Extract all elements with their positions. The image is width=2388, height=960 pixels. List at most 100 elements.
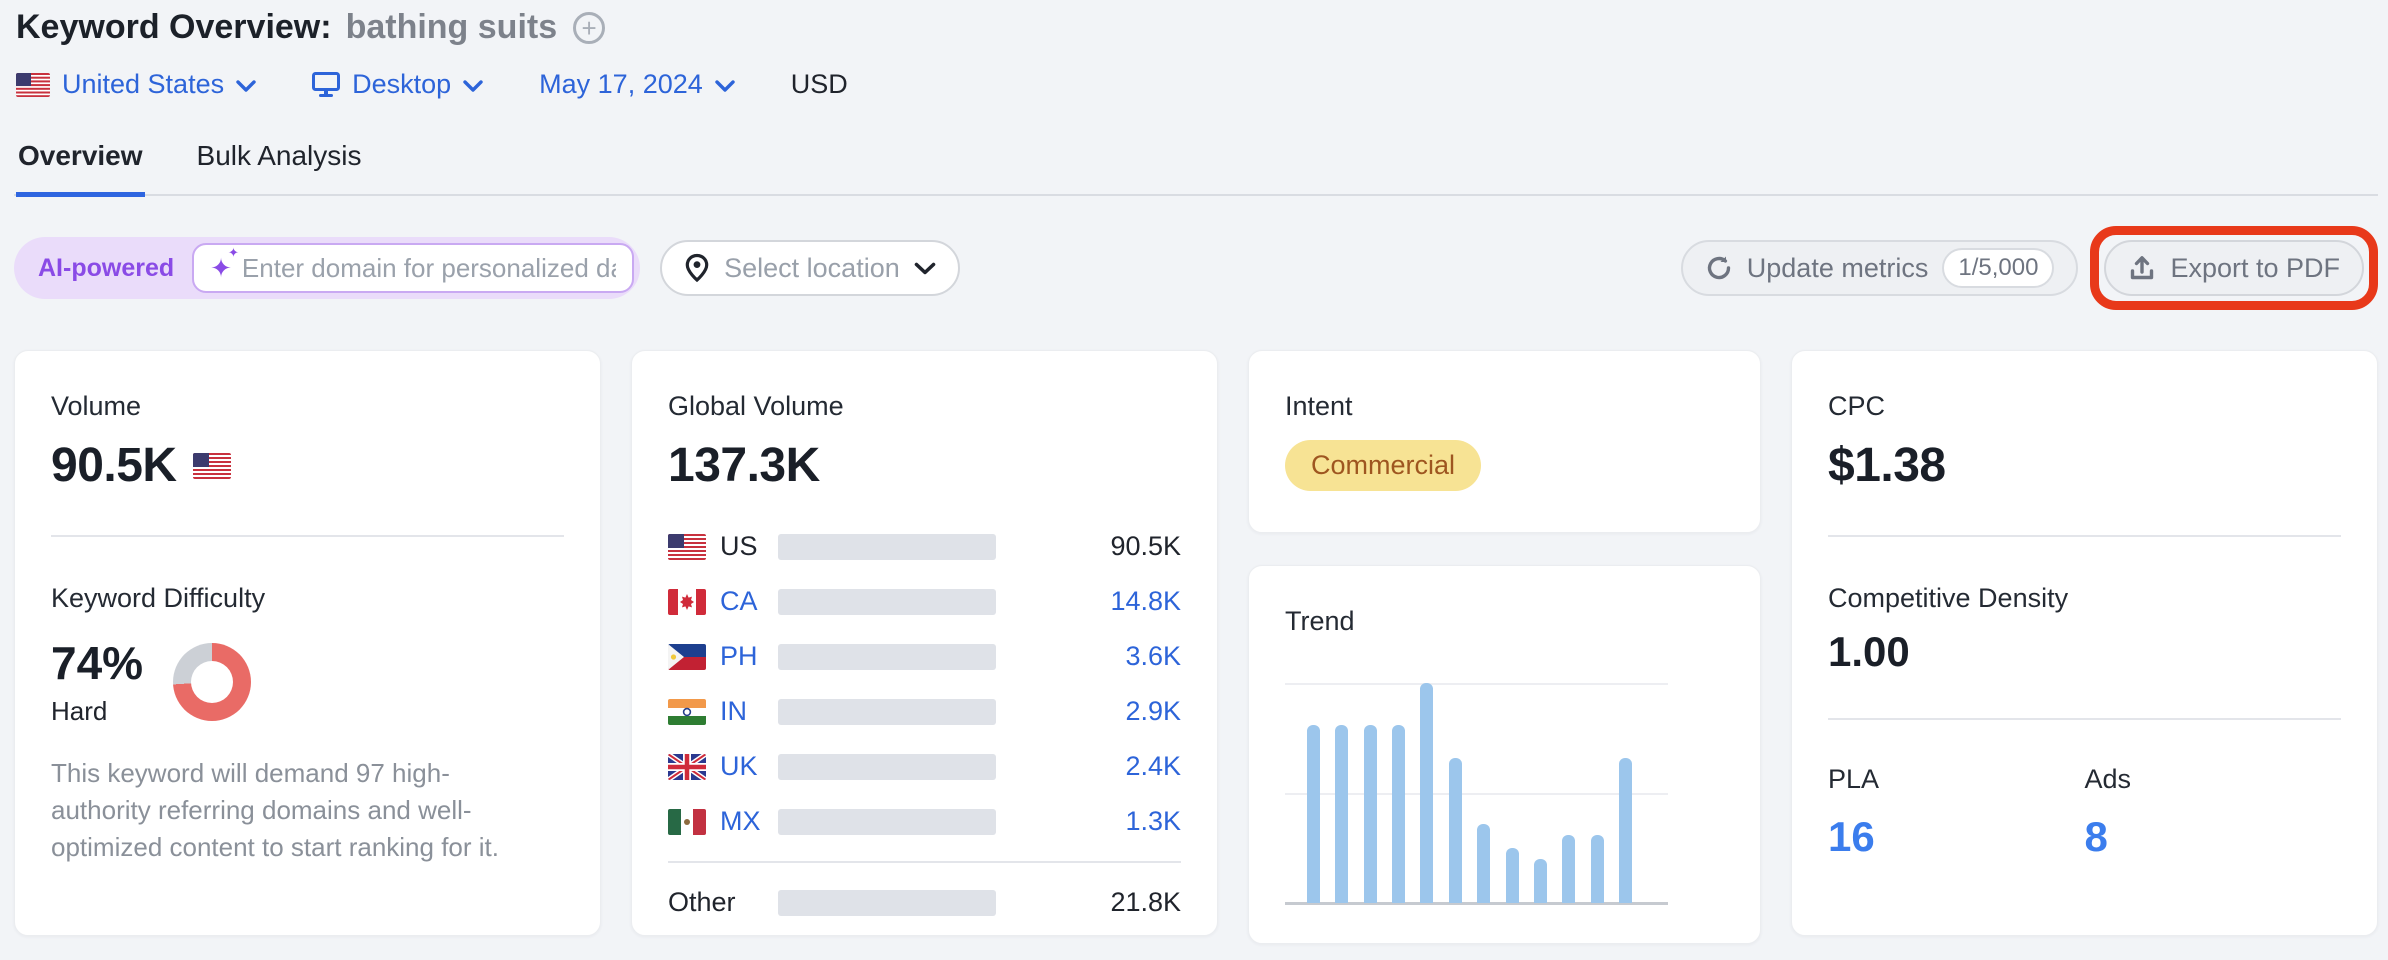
country-code[interactable]: CA bbox=[720, 586, 778, 617]
intent-commercial-badge: Commercial bbox=[1285, 440, 1481, 491]
domain-input-wrap: ✦✦ bbox=[192, 243, 634, 293]
us-flag-icon bbox=[16, 73, 50, 97]
location-pin-icon bbox=[684, 253, 710, 283]
country-code[interactable]: PH bbox=[720, 641, 778, 672]
ph-flag-icon bbox=[668, 644, 706, 670]
trend-card: Trend bbox=[1248, 565, 1761, 944]
update-metrics-button[interactable]: Update metrics 1/5,000 bbox=[1681, 240, 2079, 296]
kd-percent-block: 74% Hard bbox=[51, 636, 143, 727]
volume-value: 90.5K bbox=[51, 438, 177, 493]
ca-flag-icon bbox=[668, 589, 706, 615]
chevron-down-icon bbox=[463, 80, 483, 92]
global-volume-value: 137.3K bbox=[668, 438, 1181, 493]
volume-bar bbox=[778, 534, 996, 560]
tab-bulk-analysis[interactable]: Bulk Analysis bbox=[195, 140, 364, 194]
trend-bar bbox=[1506, 848, 1519, 903]
card-divider bbox=[51, 535, 564, 537]
pla-value[interactable]: 16 bbox=[1828, 813, 2085, 861]
country-filter[interactable]: United States bbox=[16, 69, 256, 100]
in-flag-icon bbox=[668, 699, 706, 725]
other-label: Other bbox=[668, 887, 778, 918]
select-location-label: Select location bbox=[724, 253, 900, 284]
competitive-density-label: Competitive Density bbox=[1828, 583, 2341, 614]
trend-label: Trend bbox=[1285, 606, 1724, 637]
trend-bar bbox=[1449, 758, 1462, 903]
kd-description: This keyword will demand 97 high-authori… bbox=[51, 755, 521, 866]
card-divider bbox=[1828, 535, 2341, 537]
pla-ads-row: PLA 16 Ads 8 bbox=[1828, 764, 2341, 861]
trend-bar bbox=[1477, 824, 1490, 903]
country-volume-value[interactable]: 2.4K bbox=[996, 751, 1181, 782]
country-code[interactable]: UK bbox=[720, 751, 778, 782]
page-title: Keyword Overview: bbox=[16, 8, 332, 47]
volume-value-row: 90.5K bbox=[51, 438, 564, 493]
trend-bar bbox=[1307, 725, 1320, 903]
ai-powered-group: AI-powered ✦✦ bbox=[14, 237, 640, 299]
country-volume-value: 90.5K bbox=[996, 531, 1181, 562]
page-keyword: bathing suits bbox=[346, 8, 558, 47]
ads-value[interactable]: 8 bbox=[2085, 813, 2342, 861]
device-filter[interactable]: Desktop bbox=[312, 69, 483, 100]
trend-bar bbox=[1591, 835, 1604, 903]
ads-block: Ads 8 bbox=[2085, 764, 2342, 861]
country-code: US bbox=[720, 531, 778, 562]
country-filter-label: United States bbox=[62, 69, 224, 100]
list-divider bbox=[668, 861, 1181, 863]
cpc-label: CPC bbox=[1828, 391, 2341, 422]
intent-label: Intent bbox=[1285, 391, 1724, 422]
cpc-value: $1.38 bbox=[1828, 438, 2341, 493]
us-flag-icon bbox=[668, 534, 706, 560]
table-row: PH 3.6K bbox=[668, 629, 1181, 684]
pla-label: PLA bbox=[1828, 764, 2085, 795]
other-volume-value: 21.8K bbox=[996, 887, 1181, 918]
global-volume-label: Global Volume bbox=[668, 391, 1181, 422]
kd-level-label: Hard bbox=[51, 696, 143, 727]
date-filter[interactable]: May 17, 2024 bbox=[539, 69, 735, 100]
update-quota-badge: 1/5,000 bbox=[1942, 248, 2054, 288]
table-row: US 90.5K bbox=[668, 519, 1181, 574]
trend-bars bbox=[1307, 683, 1632, 903]
keyword-difficulty-row: 74% Hard bbox=[51, 636, 564, 727]
select-location-dropdown[interactable]: Select location bbox=[660, 240, 960, 296]
country-volume-value[interactable]: 14.8K bbox=[996, 586, 1181, 617]
cpc-card: CPC $1.38 Competitive Density 1.00 PLA 1… bbox=[1791, 350, 2378, 936]
country-volume-value[interactable]: 1.3K bbox=[996, 806, 1181, 837]
country-volume-value[interactable]: 2.9K bbox=[996, 696, 1181, 727]
trend-bar bbox=[1619, 758, 1632, 903]
add-keyword-icon[interactable]: + bbox=[573, 12, 605, 44]
toolbar: AI-powered ✦✦ Select location Update met… bbox=[14, 226, 2378, 310]
device-filter-label: Desktop bbox=[352, 69, 451, 100]
export-upload-icon bbox=[2128, 254, 2156, 282]
update-metrics-label: Update metrics bbox=[1747, 253, 1929, 284]
country-volume-list: US 90.5K CA 14.8K PH bbox=[668, 519, 1181, 930]
chevron-down-icon bbox=[715, 80, 735, 92]
intent-card: Intent Commercial bbox=[1248, 350, 1761, 533]
country-code[interactable]: MX bbox=[720, 806, 778, 837]
ads-label: Ads bbox=[2085, 764, 2342, 795]
card-divider bbox=[1828, 718, 2341, 720]
export-highlight-annotation: Export to PDF bbox=[2090, 226, 2378, 310]
trend-bar bbox=[1534, 859, 1547, 903]
table-row-other: Other 21.8K bbox=[668, 875, 1181, 930]
country-volume-value[interactable]: 3.6K bbox=[996, 641, 1181, 672]
date-filter-label: May 17, 2024 bbox=[539, 69, 703, 100]
page-header: Keyword Overview: bathing suits + bbox=[14, 8, 2378, 47]
pla-block: PLA 16 bbox=[1828, 764, 2085, 861]
filters-row: United States Desktop May 17, 2024 USD bbox=[14, 69, 2378, 100]
chevron-down-icon bbox=[914, 262, 936, 275]
trend-bar bbox=[1562, 835, 1575, 903]
sparkles-icon: ✦✦ bbox=[210, 255, 232, 281]
domain-input[interactable] bbox=[242, 253, 616, 284]
desktop-icon bbox=[312, 72, 340, 98]
export-to-pdf-button[interactable]: Export to PDF bbox=[2104, 240, 2364, 296]
tab-overview[interactable]: Overview bbox=[16, 140, 145, 197]
mx-flag-icon bbox=[668, 809, 706, 835]
volume-bar bbox=[778, 644, 996, 670]
keyword-overview-page: Keyword Overview: bathing suits + United… bbox=[0, 0, 2388, 936]
intent-trend-column: Intent Commercial Trend bbox=[1248, 350, 1761, 936]
country-code[interactable]: IN bbox=[720, 696, 778, 727]
ai-powered-badge: AI-powered bbox=[18, 254, 192, 283]
competitive-density-value: 1.00 bbox=[1828, 628, 2341, 676]
trend-bar-chart bbox=[1285, 683, 1724, 903]
table-row: IN 2.9K bbox=[668, 684, 1181, 739]
